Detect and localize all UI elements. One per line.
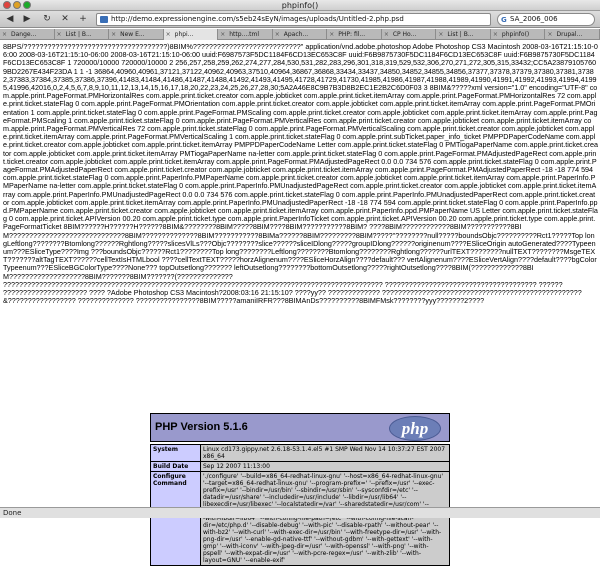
- table-row: System Linux cd173.gippy.net 2.6.18-53.1…: [150, 444, 450, 462]
- close-tab-icon[interactable]: ×: [547, 29, 552, 40]
- table-key: System: [150, 444, 201, 462]
- php-info-table: System Linux cd173.gippy.net 2.6.18-53.1…: [150, 444, 450, 566]
- php-version-title: PHP Version 5.1.6: [155, 421, 248, 433]
- tab[interactable]: × List | B...: [436, 29, 491, 40]
- tab[interactable]: × Dange...: [0, 29, 55, 40]
- add-bookmark-button[interactable]: +: [76, 13, 90, 25]
- status-text: Done: [3, 509, 22, 517]
- table-row: Configure Command './configure' '--build…: [150, 471, 450, 566]
- phpinfo-panel: PHP Version 5.1.6 php System Linux cd173…: [150, 413, 450, 566]
- back-button[interactable]: ◀: [3, 13, 17, 25]
- table-key: Configure Command: [150, 471, 201, 566]
- close-tab-icon[interactable]: ×: [220, 29, 225, 40]
- close-tab-icon[interactable]: ×: [111, 29, 116, 40]
- reload-button[interactable]: ↻: [40, 13, 54, 25]
- status-bar: Done: [0, 507, 600, 518]
- close-tab-icon[interactable]: ×: [275, 29, 280, 40]
- search-text: SA_2006_006: [510, 15, 558, 23]
- close-tab-icon[interactable]: ×: [166, 29, 171, 40]
- search-field[interactable]: G SA_2006_006: [497, 13, 595, 26]
- tab[interactable]: × CP Ho...: [382, 29, 437, 40]
- tab[interactable]: × New E...: [109, 29, 164, 40]
- table-value: './configure' '--build=x86_64-redhat-lin…: [200, 471, 450, 566]
- php-logo[interactable]: php: [389, 416, 441, 441]
- forward-button[interactable]: ▶: [20, 13, 34, 25]
- tab[interactable]: × PHP: fil...: [327, 29, 382, 40]
- close-tab-icon[interactable]: ×: [2, 29, 7, 40]
- window-title: phpinfo(): [281, 1, 319, 10]
- table-row: Build Date Sep 12 2007 11:13:00: [150, 461, 450, 472]
- page-icon: [100, 16, 108, 23]
- address-text: http://demo.expressionengine.com/s5eb24s…: [111, 15, 404, 23]
- raw-binary-text: 8BPS/???????????????????????????????????…: [3, 42, 598, 306]
- address-bar[interactable]: http://demo.expressionengine.com/s5eb24s…: [96, 13, 491, 26]
- table-key: Build Date: [150, 461, 201, 472]
- table-value: Sep 12 2007 11:13:00: [200, 461, 450, 472]
- close-tab-icon[interactable]: ×: [438, 29, 443, 40]
- tab[interactable]: × Apach...: [273, 29, 328, 40]
- tab-active[interactable]: × phpi...: [163, 29, 219, 40]
- stop-button[interactable]: ✕: [58, 13, 72, 25]
- close-tab-icon[interactable]: ×: [329, 29, 334, 40]
- php-version-header: PHP Version 5.1.6 php: [150, 413, 450, 442]
- table-value: Linux cd173.gippy.net 2.6.18-53.1.4.el5 …: [200, 444, 450, 462]
- tab[interactable]: × List | B...: [55, 29, 110, 40]
- browser-window: phpinfo() ◀ ▶ ↻ ✕ + http://demo.expressi…: [0, 0, 600, 566]
- tab[interactable]: × Drupal...: [545, 29, 600, 40]
- close-tab-icon[interactable]: ×: [57, 29, 62, 40]
- navigation-toolbar: ◀ ▶ ↻ ✕ + http://demo.expressionengine.c…: [0, 11, 600, 28]
- tab-bar: × Dange... × List | B... × New E... × phpi..…: [0, 29, 600, 40]
- tab[interactable]: × phpinfo(): [491, 29, 546, 40]
- close-tab-icon[interactable]: ×: [493, 29, 498, 40]
- search-engine-icon: G: [501, 16, 507, 24]
- tab[interactable]: × http....tml: [218, 29, 273, 40]
- close-tab-icon[interactable]: ×: [384, 29, 389, 40]
- title-bar: phpinfo(): [0, 0, 600, 11]
